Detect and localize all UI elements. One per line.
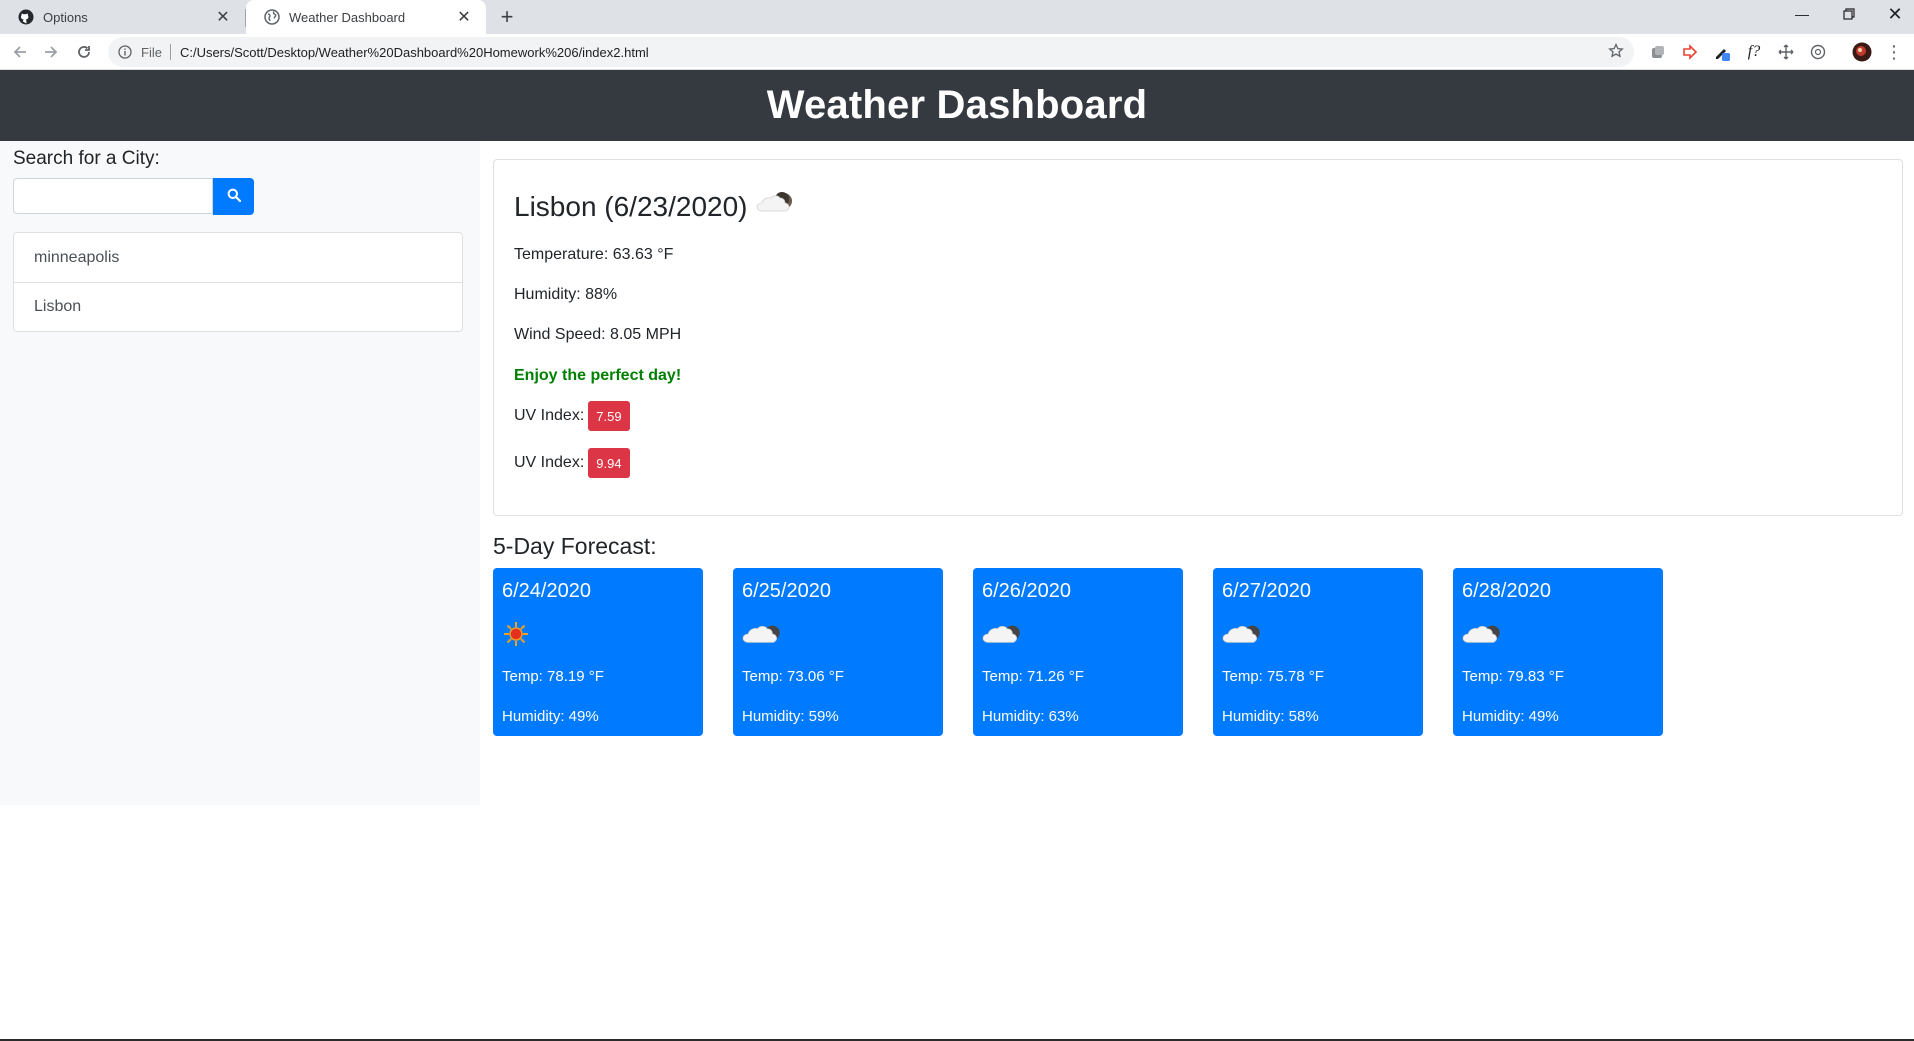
tab-title: Options — [43, 9, 88, 25]
cloud-night-icon — [982, 620, 1026, 653]
tab-options[interactable]: Options ✕ — [0, 0, 245, 34]
search-icon — [227, 188, 241, 205]
search-history-list: minneapolis Lisbon — [13, 232, 463, 332]
search-form — [13, 178, 254, 215]
forecast-card: 6/28/2020 Temp: 79.83 °F Humidity: 49% — [1453, 568, 1663, 736]
city-date-title: Lisbon (6/23/2020) — [514, 190, 748, 222]
forecast-temp: Temp: 73.06 °F — [742, 668, 844, 685]
back-icon[interactable] — [6, 38, 34, 66]
uv-index-badge: 9.94 — [588, 448, 630, 478]
tab-weather-dashboard[interactable]: Weather Dashboard ✕ — [246, 0, 486, 34]
page: Weather Dashboard Search for a City: min… — [0, 70, 1914, 1041]
divider — [169, 44, 171, 60]
cloud-night-icon — [1462, 620, 1506, 653]
forecast-date: 6/26/2020 — [982, 580, 1071, 602]
current-city-heading: Lisbon (6/23/2020) — [514, 190, 798, 223]
forecast-temp: Temp: 79.83 °F — [1462, 668, 1564, 685]
cloud-night-icon — [756, 190, 798, 223]
uv-index-row: UV Index: 7.59 — [514, 401, 630, 431]
forecast-card: 6/25/2020 Temp: 73.06 °F Humidity: 59% — [733, 568, 943, 736]
menu-kebab-icon[interactable]: ⋮ — [1884, 42, 1904, 62]
page-header: Weather Dashboard — [0, 70, 1914, 141]
profile-avatar[interactable] — [1852, 42, 1872, 62]
forward-icon[interactable] — [37, 38, 65, 66]
forecast-card: 6/26/2020 Temp: 71.26 °F Humidity: 63% — [973, 568, 1183, 736]
forecast-date: 6/28/2020 — [1462, 580, 1551, 602]
search-button[interactable] — [213, 178, 254, 215]
history-item-lisbon[interactable]: Lisbon — [14, 282, 462, 331]
move-icon[interactable] — [1776, 42, 1796, 62]
close-window-icon[interactable]: ✕ — [1872, 0, 1914, 28]
history-item-minneapolis[interactable]: minneapolis — [14, 233, 462, 282]
uv-index-label: UV Index: — [514, 454, 585, 471]
new-tab-button[interactable]: + — [494, 4, 520, 30]
temperature-text: Temperature: 63.63 °F — [514, 246, 674, 263]
forecast-humidity: Humidity: 49% — [502, 708, 599, 725]
browser-toolbar: File C:/Users/Scott/Desktop/Weather%20Da… — [0, 34, 1914, 70]
extension-circle-icon[interactable] — [1808, 42, 1828, 62]
forecast-heading: 5-Day Forecast: — [493, 533, 657, 559]
search-label: Search for a City: — [13, 148, 160, 169]
tab-strip: Options ✕ Weather Dashboard ✕ + — ✕ — [0, 0, 1914, 34]
forecast-humidity: Humidity: 59% — [742, 708, 839, 725]
forecast-date: 6/24/2020 — [502, 580, 591, 602]
minimize-icon[interactable]: — — [1779, 0, 1825, 28]
url-text[interactable]: C:/Users/Scott/Desktop/Weather%20Dashboa… — [180, 45, 649, 60]
forecast-humidity: Humidity: 58% — [1222, 708, 1319, 725]
uv-index-badge: 7.59 — [588, 401, 630, 431]
uv-index-label: UV Index: — [514, 407, 585, 424]
search-input[interactable] — [13, 178, 213, 214]
weather-message: Enjoy the perfect day! — [514, 367, 682, 384]
bookmark-star-icon[interactable] — [1608, 42, 1624, 62]
uv-index-row: UV Index: 9.94 — [514, 448, 630, 478]
cloud-night-icon — [742, 620, 786, 653]
cloud-night-icon — [1222, 620, 1266, 653]
forecast-card: 6/27/2020 Temp: 75.78 °F Humidity: 58% — [1213, 568, 1423, 736]
tab-title: Weather Dashboard — [289, 9, 406, 25]
forecast-date: 6/27/2020 — [1222, 580, 1311, 602]
reload-icon[interactable] — [70, 38, 98, 66]
humidity-text: Humidity: 88% — [514, 286, 618, 303]
extension-puzzle-icon[interactable] — [1648, 42, 1668, 62]
current-weather-card: Lisbon (6/23/2020) Temperature: 63.63 °F… — [493, 159, 1903, 516]
forecast-card: 6/24/2020 Temp: 78.19 °F Humidity: 49% — [493, 568, 703, 736]
close-icon[interactable]: ✕ — [213, 7, 233, 27]
forecast-humidity: Humidity: 49% — [1462, 708, 1559, 725]
github-icon — [18, 9, 34, 25]
wind-speed-text: Wind Speed: 8.05 MPH — [514, 326, 682, 343]
function-icon[interactable]: f? — [1744, 42, 1764, 62]
forecast-date: 6/25/2020 — [742, 580, 831, 602]
forecast-temp: Temp: 71.26 °F — [982, 668, 1084, 685]
address-bar[interactable]: File C:/Users/Scott/Desktop/Weather%20Da… — [108, 37, 1634, 67]
scheme-label: File — [141, 44, 162, 60]
restore-icon[interactable] — [1826, 0, 1872, 28]
extension-pen-icon[interactable] — [1712, 42, 1732, 62]
page-title: Weather Dashboard — [766, 83, 1148, 127]
sun-icon — [502, 620, 530, 653]
globe-icon — [264, 9, 280, 25]
forecast-humidity: Humidity: 63% — [982, 708, 1079, 725]
forecast-temp: Temp: 75.78 °F — [1222, 668, 1324, 685]
extension-arrow-icon[interactable] — [1680, 42, 1700, 62]
info-icon[interactable] — [117, 44, 133, 60]
forecast-temp: Temp: 78.19 °F — [502, 668, 604, 685]
close-icon[interactable]: ✕ — [454, 7, 474, 27]
